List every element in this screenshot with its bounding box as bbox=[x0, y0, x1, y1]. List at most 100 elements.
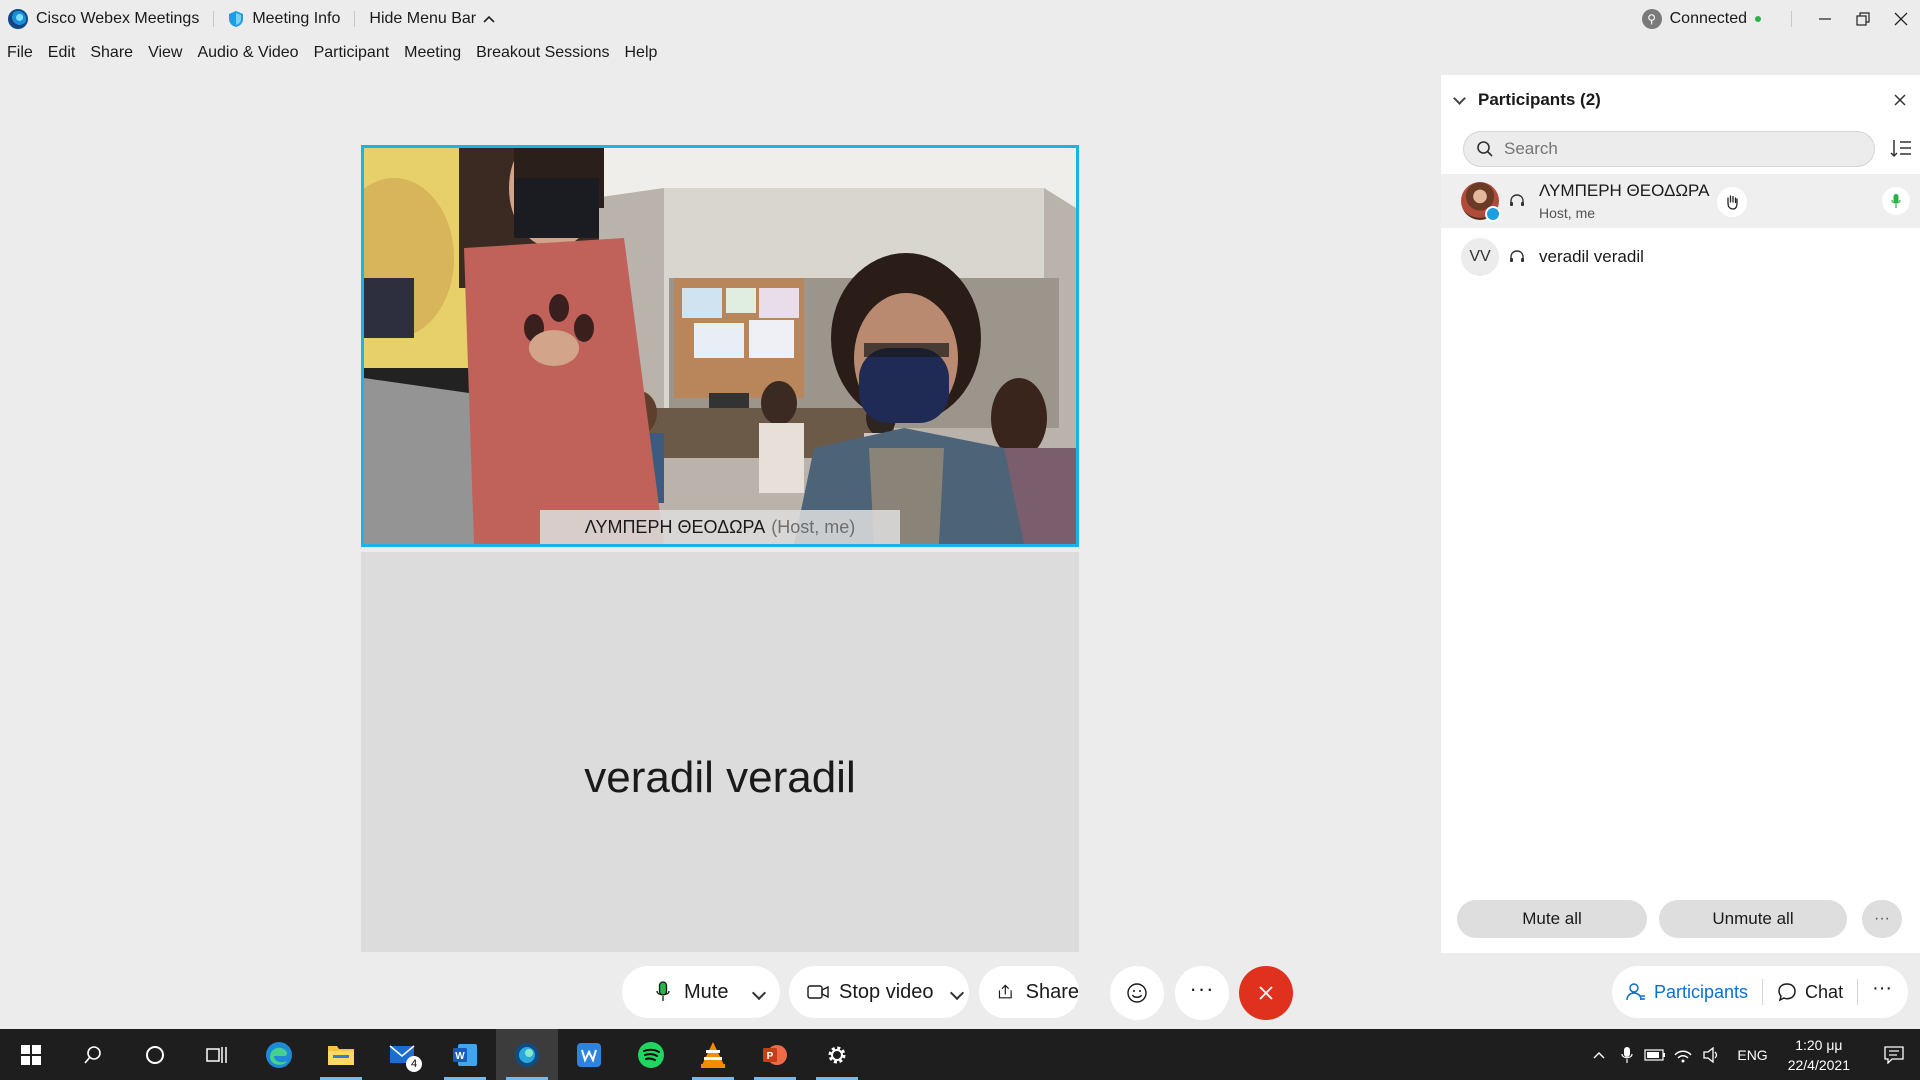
participant-role: Host, me bbox=[1539, 205, 1596, 221]
participants-panel: Participants (2) ΛΥΜΠΕΡΗ ΘΕΟΔΩΡΑ Host, m… bbox=[1441, 75, 1920, 953]
system-clock[interactable]: 1:20 μμ 22/4/2021 bbox=[1788, 1035, 1850, 1075]
participant-video-tile[interactable]: veradil veradil bbox=[361, 552, 1079, 952]
search-input[interactable] bbox=[1504, 139, 1844, 159]
language-indicator[interactable]: ENG bbox=[1737, 1047, 1767, 1063]
taskbar-powerpoint[interactable]: P bbox=[744, 1029, 806, 1080]
chevron-up-icon bbox=[483, 15, 495, 23]
panel-tabs: Participants Chat ··· bbox=[1612, 966, 1908, 1018]
show-hidden-icons-chevron-icon[interactable] bbox=[1585, 1050, 1613, 1060]
participants-panel-header[interactable]: Participants (2) bbox=[1441, 75, 1920, 125]
taskbar-file-explorer[interactable] bbox=[310, 1029, 372, 1080]
menu-help[interactable]: Help bbox=[625, 44, 658, 68]
avatar: VV bbox=[1461, 238, 1499, 276]
share-button[interactable]: Share bbox=[979, 966, 1079, 1018]
speaker-icon[interactable] bbox=[1697, 1046, 1725, 1063]
headset-icon bbox=[1510, 194, 1524, 206]
tab-participants[interactable]: Participants bbox=[1612, 966, 1762, 1018]
participant-row[interactable]: ΛΥΜΠΕΡΗ ΘΕΟΔΩΡΑ Host, me bbox=[1441, 174, 1920, 228]
menu-participant[interactable]: Participant bbox=[314, 44, 390, 68]
spotify-icon bbox=[638, 1041, 664, 1068]
cortana-button[interactable] bbox=[124, 1029, 186, 1080]
menu-share[interactable]: Share bbox=[90, 44, 133, 68]
tab-more-button[interactable]: ··· bbox=[1858, 966, 1906, 1018]
taskbar-word[interactable]: W bbox=[434, 1029, 496, 1080]
mute-options-chevron-icon[interactable] bbox=[752, 981, 767, 1004]
tab-chat-label: Chat bbox=[1805, 981, 1844, 1002]
stop-video-button[interactable]: Stop video bbox=[789, 966, 969, 1018]
video-participant-name: ΛΥΜΠΕΡΗ ΘΕΟΔΩΡΑ bbox=[584, 516, 766, 537]
active-speaker-video[interactable]: ΛΥΜΠΕΡΗ ΘΕΟΔΩΡΑ (Host, me) bbox=[361, 145, 1079, 547]
menu-audio-video[interactable]: Audio & Video bbox=[197, 44, 298, 68]
video-name-tag: ΛΥΜΠΕΡΗ ΘΕΟΔΩΡΑ (Host, me) bbox=[540, 510, 900, 544]
task-view-button[interactable] bbox=[186, 1029, 248, 1080]
video-options-chevron-icon[interactable] bbox=[949, 981, 964, 1004]
participant-info: veradil veradil bbox=[1539, 247, 1644, 267]
sort-icon[interactable] bbox=[1890, 137, 1912, 159]
meeting-info-button[interactable]: Meeting Info bbox=[228, 10, 340, 28]
menu-file[interactable]: File bbox=[7, 44, 33, 68]
microphone-icon[interactable] bbox=[1613, 1046, 1641, 1064]
menu-bar: File Edit Share View Audio & Video Parti… bbox=[0, 44, 665, 68]
tab-participants-label: Participants bbox=[1654, 981, 1749, 1002]
mic-active-icon[interactable] bbox=[1882, 187, 1910, 215]
menu-view[interactable]: View bbox=[148, 44, 182, 68]
windows-logo-icon bbox=[21, 1044, 41, 1065]
minimize-button[interactable] bbox=[1806, 0, 1844, 38]
system-tray: ENG 1:20 μμ 22/4/2021 bbox=[1585, 1029, 1920, 1080]
menu-breakout-sessions[interactable]: Breakout Sessions bbox=[476, 44, 609, 68]
mute-button[interactable]: Mute bbox=[622, 966, 780, 1018]
close-window-button[interactable] bbox=[1882, 0, 1920, 38]
hide-menu-bar-button[interactable]: Hide Menu Bar bbox=[369, 10, 496, 28]
participant-name: ΛΥΜΠΕΡΗ ΘΕΟΔΩΡΑ bbox=[1539, 181, 1710, 200]
camera-feed-image bbox=[364, 148, 1076, 544]
chevron-down-icon[interactable] bbox=[1453, 91, 1466, 105]
battery-icon[interactable] bbox=[1641, 1048, 1669, 1061]
reactions-button[interactable] bbox=[1110, 966, 1164, 1020]
taskbar-whiteboard[interactable] bbox=[558, 1029, 620, 1080]
windows-taskbar: 4 W P ENG 1:20 μμ 22/4/2021 bbox=[0, 1029, 1920, 1080]
status-dot-icon bbox=[1755, 16, 1761, 22]
taskbar-mail[interactable]: 4 bbox=[372, 1029, 434, 1080]
start-button[interactable] bbox=[0, 1029, 62, 1080]
raise-hand-icon[interactable] bbox=[1717, 187, 1747, 217]
ellipsis-icon: ··· bbox=[1874, 910, 1890, 927]
connection-status-label: Connected bbox=[1669, 10, 1747, 27]
taskbar-settings[interactable] bbox=[806, 1029, 868, 1080]
stop-video-label: Stop video bbox=[839, 980, 934, 1003]
restore-icon bbox=[1856, 12, 1870, 26]
hide-menu-bar-label: Hide Menu Bar bbox=[369, 10, 477, 27]
powerpoint-icon: P bbox=[763, 1044, 787, 1065]
title-separator bbox=[213, 11, 215, 27]
clock-time: 1:20 μμ bbox=[1795, 1036, 1843, 1053]
action-center-button[interactable] bbox=[1868, 1045, 1920, 1064]
restore-button[interactable] bbox=[1844, 0, 1882, 38]
search-icon bbox=[84, 1045, 101, 1064]
unmute-all-button[interactable]: Unmute all bbox=[1659, 900, 1847, 938]
close-panel-button[interactable] bbox=[1894, 89, 1906, 112]
participant-row[interactable]: VV veradil veradil bbox=[1441, 230, 1920, 284]
window-controls: ⚲ Connected bbox=[1641, 0, 1920, 38]
ellipsis-icon: ··· bbox=[1872, 976, 1893, 999]
panel-more-button[interactable]: ··· bbox=[1862, 900, 1902, 938]
taskbar-vlc[interactable] bbox=[682, 1029, 744, 1080]
mail-unread-badge: 4 bbox=[406, 1056, 422, 1072]
wifi-icon[interactable] bbox=[1669, 1047, 1697, 1063]
tab-chat[interactable]: Chat bbox=[1763, 966, 1857, 1018]
ellipsis-icon: ··· bbox=[1189, 976, 1215, 1001]
connection-status[interactable]: ⚲ Connected bbox=[1641, 9, 1761, 29]
taskbar-search-button[interactable] bbox=[62, 1029, 124, 1080]
taskbar-webex[interactable] bbox=[496, 1029, 558, 1080]
taskbar-edge[interactable] bbox=[248, 1029, 310, 1080]
mute-all-button[interactable]: Mute all bbox=[1457, 900, 1647, 938]
edge-browser-icon bbox=[266, 1041, 292, 1068]
end-meeting-button[interactable] bbox=[1239, 966, 1293, 1020]
taskbar-spotify[interactable] bbox=[620, 1029, 682, 1080]
participant-search[interactable] bbox=[1463, 131, 1875, 167]
more-options-button[interactable]: ··· bbox=[1175, 966, 1229, 1020]
participants-title: Participants (2) bbox=[1478, 90, 1601, 109]
share-label: Share bbox=[1025, 980, 1079, 1003]
menu-edit[interactable]: Edit bbox=[48, 44, 76, 68]
menu-meeting[interactable]: Meeting bbox=[404, 44, 461, 68]
headset-icon bbox=[1510, 250, 1524, 262]
window-separator bbox=[1791, 11, 1792, 27]
